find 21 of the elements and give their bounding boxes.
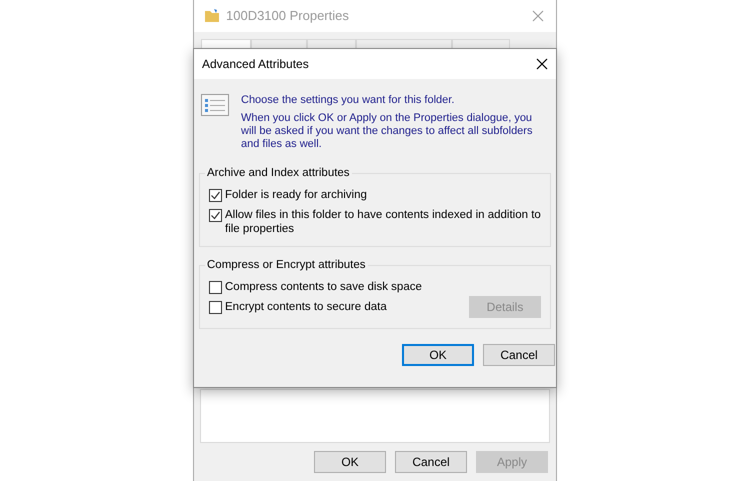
- dialog-button[interactable]: Cancel: [483, 344, 555, 366]
- group-title: Compress or Encrypt attributes: [205, 258, 368, 272]
- dialog-button[interactable]: Cancel: [395, 451, 467, 473]
- window-title: 100D3100 Properties: [226, 7, 349, 26]
- dialog-button[interactable]: OK: [314, 451, 386, 473]
- checkbox-label: Compress contents to save disk space: [225, 280, 423, 294]
- checkbox-label: Encrypt contents to secure data: [225, 300, 388, 314]
- checkbox[interactable]: [209, 189, 222, 202]
- intro-text: Choose the settings you want for this folder.: [241, 94, 456, 107]
- folder-icon: [204, 8, 220, 24]
- note-text: When you click OK or Apply on the Properties dialogue, you will be asked if you want the changes to affect all subfolders and files as well.: [241, 112, 534, 151]
- dialog-button[interactable]: OK: [402, 344, 474, 366]
- close-icon[interactable]: [536, 58, 548, 70]
- checkbox[interactable]: [209, 281, 222, 294]
- dialog-title: Advanced Attributes: [202, 56, 309, 73]
- tab[interactable]: [201, 39, 251, 48]
- checkbox-label: Folder is ready for archiving: [225, 188, 368, 202]
- checkbox[interactable]: [209, 209, 222, 222]
- checkbox-label: Allow files in this folder to have contents indexed in addition to file properties: [225, 208, 541, 236]
- checklist-icon: [201, 94, 229, 116]
- checkbox[interactable]: [209, 301, 222, 314]
